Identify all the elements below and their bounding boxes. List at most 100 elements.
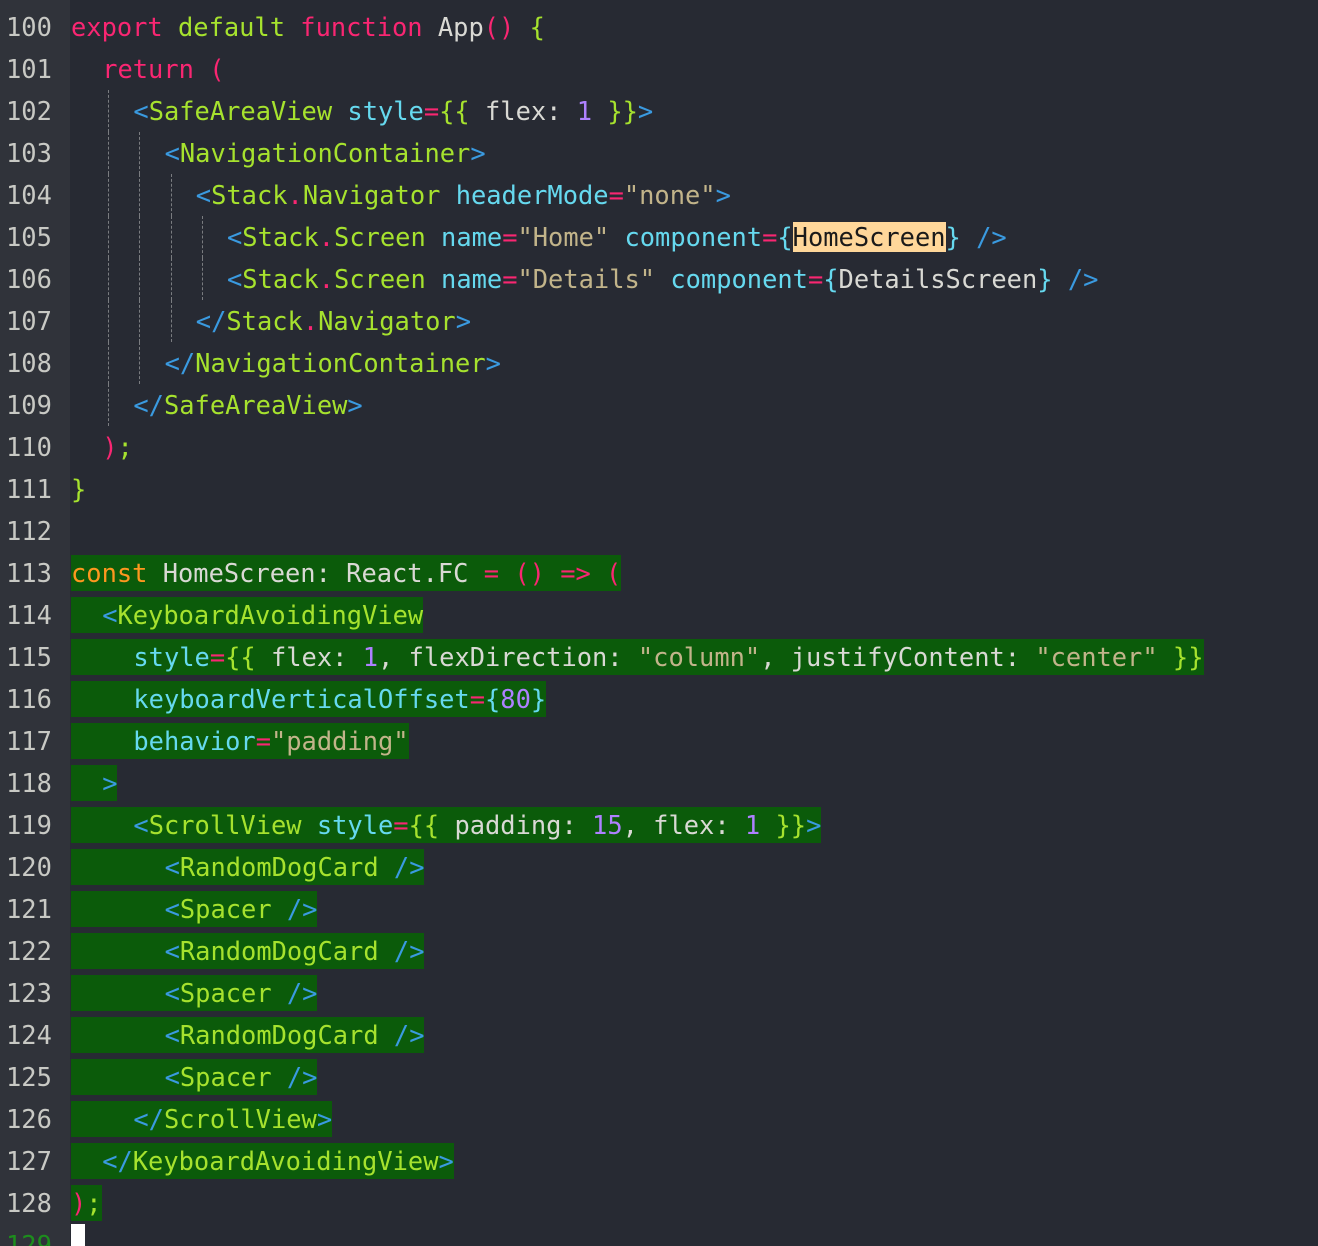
line-number: 117 [6, 726, 52, 756]
code-token: > [438, 1146, 454, 1176]
line-number: 125 [6, 1062, 52, 1092]
code-token: < [227, 222, 243, 252]
code-token: > [102, 768, 118, 798]
code-token: ) [102, 432, 118, 462]
code-token: . [287, 180, 303, 210]
code-editor[interactable]: 100 export default function App() {101 ret… [0, 0, 1318, 1246]
code-token: "none" [623, 180, 716, 210]
code-token: () [483, 12, 515, 42]
code-token: . [318, 264, 335, 294]
code-text[interactable]: </SafeAreaView> [71, 387, 363, 423]
line-number: 108 [6, 348, 52, 378]
code-text[interactable]: </Stack.Navigator> [71, 303, 471, 339]
line-number: 123 [6, 978, 52, 1008]
code-token: > [316, 1104, 333, 1134]
code-token: ; [86, 1188, 102, 1218]
code-token: RandomDogCard [179, 1020, 379, 1050]
line-number: 124 [6, 1020, 52, 1050]
line-number: 112 [6, 516, 52, 546]
code-token: } [530, 684, 547, 714]
text-cursor [71, 1224, 85, 1246]
code-token: RandomDogCard [179, 936, 379, 966]
code-token: name [425, 264, 503, 294]
line-number: 109 [6, 390, 52, 420]
code-token: "padding" [270, 726, 409, 756]
code-token: < [164, 1020, 180, 1050]
code-text[interactable]: <NavigationContainer> [71, 135, 486, 171]
selected-code-text[interactable]: keyboardVerticalOffset={80} [71, 681, 547, 717]
selected-code-text[interactable]: <Spacer /> [71, 891, 318, 927]
code-token: < [164, 936, 180, 966]
code-token: </ [102, 1146, 133, 1176]
code-token: keyboardVerticalOffset [133, 684, 470, 714]
code-token: = [483, 558, 500, 588]
selected-code-text[interactable]: <KeyboardAvoidingView [71, 597, 424, 633]
line-number: 122 [6, 936, 52, 966]
selected-code-text[interactable]: ); [71, 1185, 102, 1221]
code-text[interactable]: <SafeAreaView style={{ flex: 1 }}> [71, 93, 653, 129]
line-number: 115 [6, 642, 52, 672]
code-token: = [423, 96, 440, 126]
code-token: padding: [439, 810, 593, 840]
code-token: /> [960, 222, 1007, 252]
selected-code-text[interactable]: <Spacer /> [71, 975, 318, 1011]
code-token: < [164, 1062, 180, 1092]
code-token: > [470, 138, 486, 168]
code-token: , justifyContent: [760, 642, 1036, 672]
selected-code-text[interactable]: </ScrollView> [71, 1101, 333, 1137]
code-token: > [485, 348, 501, 378]
code-text[interactable]: <Stack.Screen name="Details" component={… [71, 261, 1098, 297]
selected-code-text[interactable]: <RandomDogCard /> [71, 1017, 425, 1053]
code-token: Screen [334, 264, 426, 294]
code-token: < [164, 138, 180, 168]
selected-code-text[interactable]: <RandomDogCard /> [71, 849, 425, 885]
code-token: return [102, 54, 194, 84]
code-text[interactable]: <Stack.Screen name="Home" component={Hom… [71, 219, 1007, 255]
code-text[interactable]: ); [71, 429, 133, 465]
code-token: = [469, 684, 485, 714]
code-token: }} [1157, 642, 1204, 672]
code-token: Navigator [318, 306, 456, 336]
code-token: SafeAreaView [148, 96, 333, 126]
line-number: 126 [6, 1104, 52, 1134]
selected-code-text[interactable]: <Spacer /> [71, 1059, 318, 1095]
code-token: flex: [255, 642, 363, 672]
code-token: style [133, 642, 210, 672]
selected-code-text[interactable]: const HomeScreen: React.FC = () => ( [71, 555, 622, 591]
code-token: = [762, 222, 778, 252]
code-token: > [347, 390, 363, 420]
line-number: 119 [6, 810, 52, 840]
line-number: 106 [6, 264, 52, 294]
code-text[interactable]: export default function App() { [71, 9, 545, 45]
code-token: Spacer [179, 978, 272, 1008]
selected-code-text[interactable]: behavior="padding" [71, 723, 409, 759]
code-token: /> [1052, 264, 1099, 294]
code-token: component [609, 222, 763, 252]
code-text[interactable]: </NavigationContainer> [71, 345, 501, 381]
selected-code-text[interactable]: style={{ flex: 1, flexDirection: "column… [71, 639, 1204, 675]
code-token: > [637, 96, 654, 126]
selected-code-text[interactable]: </KeyboardAvoidingView> [71, 1143, 454, 1179]
line-number: 101 [6, 54, 52, 84]
code-token: behavior [133, 726, 256, 756]
code-token: , flexDirection: [378, 642, 638, 672]
code-token: () [499, 558, 545, 588]
selected-code-text[interactable]: <ScrollView style={{ padding: 15, flex: … [71, 807, 822, 843]
selected-code-text[interactable]: > [71, 765, 118, 801]
code-token: < [227, 264, 243, 294]
code-text[interactable]: <Stack.Navigator headerMode="none"> [71, 177, 731, 213]
code-token: Stack [242, 222, 319, 252]
code-token: style [332, 96, 424, 126]
line-number: 104 [6, 180, 52, 210]
code-line-partial[interactable]: 129 [0, 1224, 61, 1246]
code-token: App [422, 12, 484, 42]
search-highlight: HomeScreen [792, 222, 946, 252]
code-text[interactable]: return ( [71, 51, 224, 87]
code-token: /> [271, 978, 318, 1008]
code-token: </ [133, 390, 164, 420]
code-token: Stack [226, 306, 303, 336]
selected-code-text[interactable]: <RandomDogCard /> [71, 933, 425, 969]
code-text[interactable]: } [71, 471, 86, 507]
code-token: KeyboardAvoidingView [117, 600, 424, 630]
code-token: Navigator [302, 180, 441, 210]
